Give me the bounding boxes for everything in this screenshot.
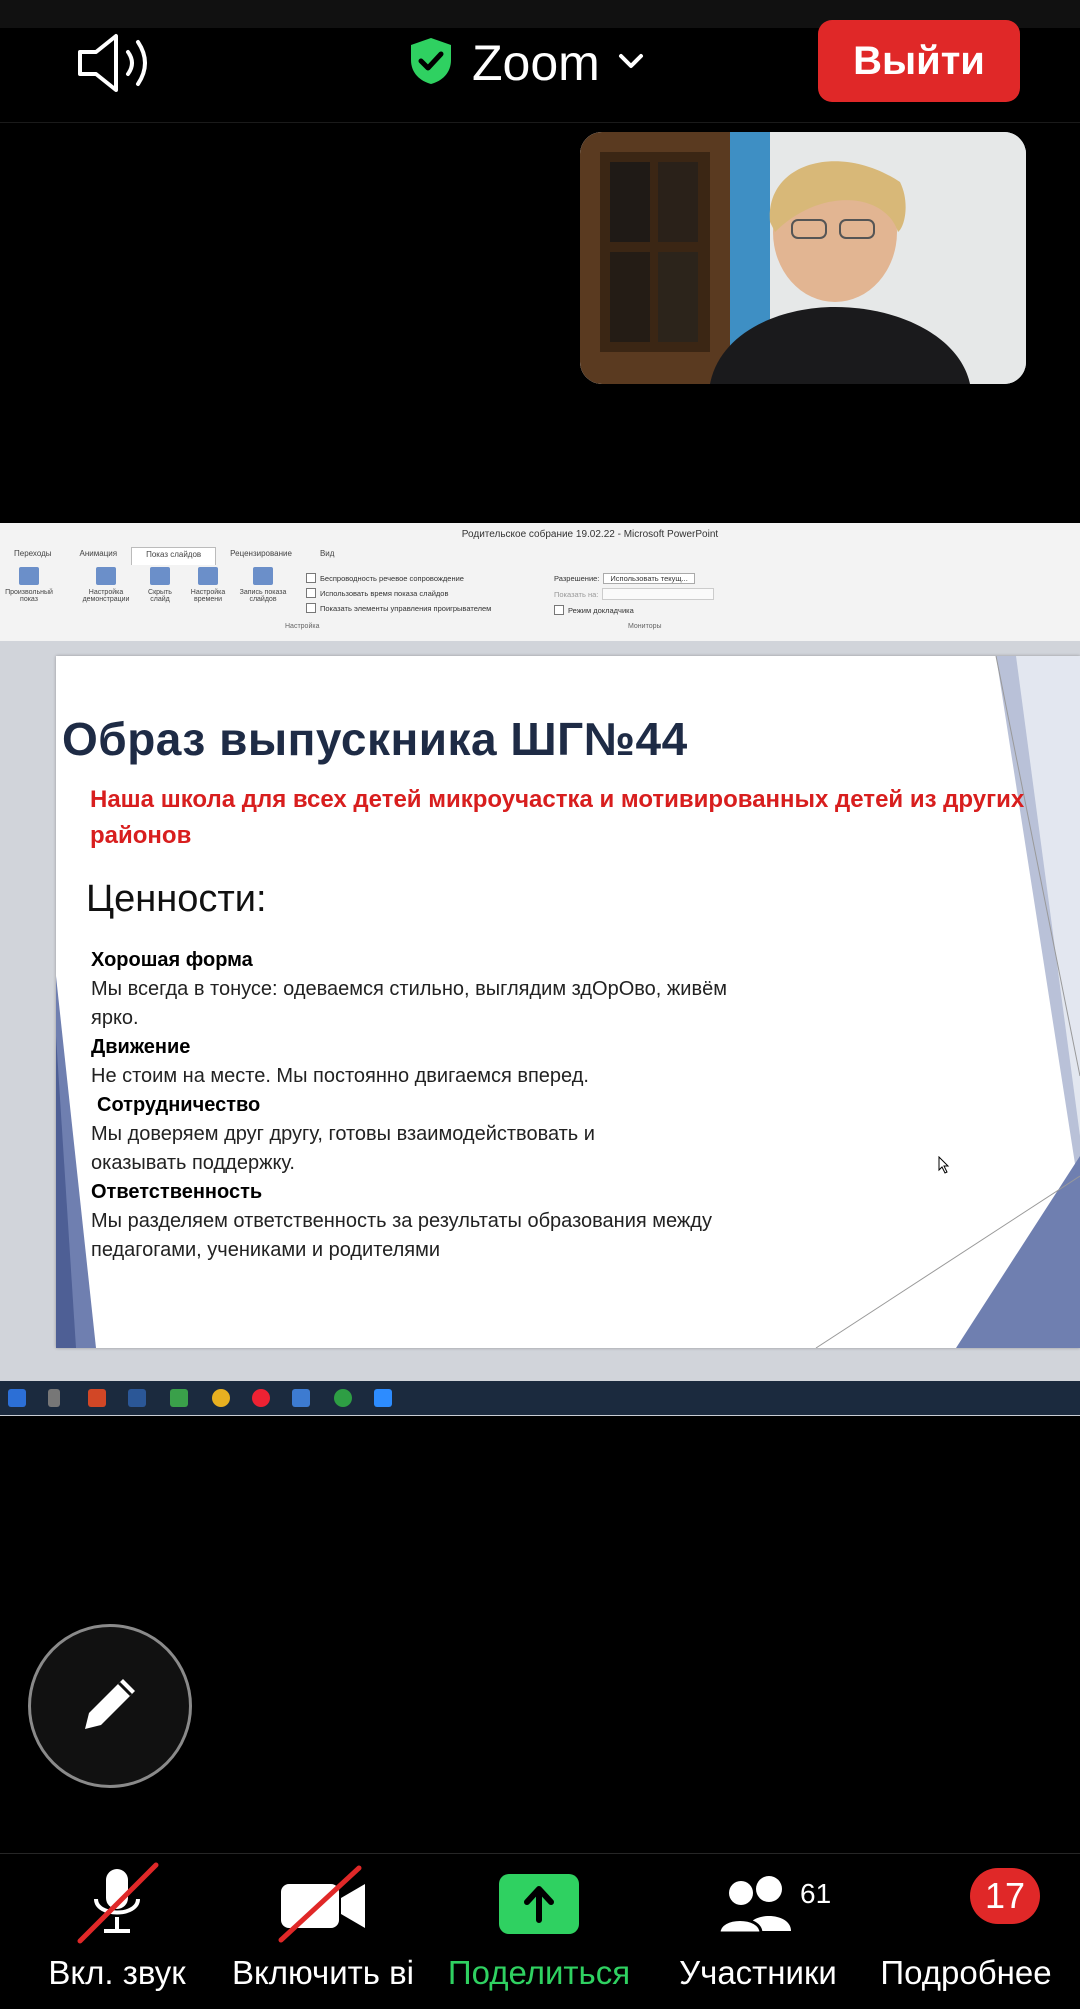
meeting-title-dropdown[interactable]: Zoom (408, 28, 644, 98)
top-bar: Zoom Выйти (0, 0, 1080, 123)
custom-show-label: Произвольный показ (5, 589, 53, 603)
chevron-down-icon (618, 52, 644, 75)
share-label: Поделиться (447, 1954, 631, 1991)
pencil-icon (75, 1669, 145, 1744)
rehearse-timings-button[interactable]: Настройка времени (184, 567, 232, 603)
value-heading: Ответственность (91, 1181, 263, 1203)
taskbar-mail-icon[interactable] (292, 1389, 310, 1407)
leave-button[interactable]: Выйти (818, 20, 1020, 102)
slide-subtitle: Наша школа для всех детей микроучастка и… (90, 786, 1025, 849)
windows-taskbar (0, 1381, 1080, 1415)
custom-show-button[interactable]: Произвольный показ (0, 567, 58, 603)
start-video-button[interactable]: Включить ві (218, 1854, 428, 2009)
taskbar-yandex-icon[interactable] (252, 1389, 270, 1407)
meeting-title: Zoom (472, 35, 600, 91)
group-label-monitors: Мониторы (628, 623, 662, 630)
rehearse-timings-icon (198, 567, 218, 585)
checkbox-timings[interactable]: Использовать время показа слайдов (306, 588, 448, 598)
record-show-label: Запись показа слайдов (239, 589, 287, 603)
participants-icon (713, 1854, 803, 1954)
checkbox-presenter-view[interactable]: Режим докладчика (554, 605, 634, 615)
value-text: Мы разделяем ответственность за результа… (91, 1210, 712, 1261)
tab-animation[interactable]: Анимация (66, 547, 132, 565)
custom-show-icon (19, 567, 39, 585)
value-text: Мы доверяем друг другу, готовы взаимодей… (91, 1123, 595, 1174)
group-label-settings: Настройка (285, 623, 320, 630)
checkbox-narration[interactable]: Беспроводность речевое сопровождение (306, 573, 464, 583)
rehearse-timings-label: Настройка времени (190, 589, 226, 603)
microphone-muted-icon (72, 1854, 162, 1954)
taskbar-zoom-icon[interactable] (374, 1389, 392, 1407)
checkbox-media-controls[interactable]: Показать элементы управления проигрывате… (306, 603, 491, 613)
taskbar-app-icon[interactable] (48, 1389, 60, 1407)
slide-title: Образ выпускника ШГ№44 (62, 713, 688, 765)
share-arrow-icon (497, 1854, 581, 1954)
tab-transitions[interactable]: Переходы (0, 547, 66, 565)
unmute-button[interactable]: Вкл. звук (22, 1854, 212, 2009)
setup-show-icon (96, 567, 116, 585)
tab-slideshow[interactable]: Показ слайдов (131, 547, 217, 565)
value-text: Мы всегда в тонусе: одеваемся стильно, в… (91, 978, 727, 1029)
participants-count: 61 (800, 1878, 832, 1909)
taskbar-chrome-icon[interactable] (212, 1389, 230, 1407)
shield-check-icon (408, 36, 454, 91)
powerpoint-ribbon: Родительское собрание 19.02.22 - Microso… (0, 523, 1080, 642)
record-show-button[interactable]: Запись показа слайдов (234, 567, 292, 603)
ribbon-tabs: Переходы Анимация Показ слайдов Рецензир… (0, 547, 348, 565)
more-button[interactable]: Подробнее (868, 1854, 1064, 2009)
participants-label: Участники (679, 1954, 837, 1991)
start-video-label: Включить ві (231, 1954, 415, 1991)
window-title: Родительское собрание 19.02.22 - Microso… (461, 529, 719, 540)
setup-show-label: Настройка демонстрации (82, 589, 130, 603)
value-text: Не стоим на месте. Мы постоянно двигаемс… (91, 1065, 589, 1087)
taskbar-app-icon[interactable] (170, 1389, 188, 1407)
share-screen-button[interactable]: Поделиться (432, 1854, 646, 2009)
tab-view[interactable]: Вид (306, 547, 348, 565)
taskbar-powerpoint-icon[interactable] (88, 1389, 106, 1407)
meeting-toolbar: Вкл. звук Включить ві Поделиться Участни… (0, 1853, 1080, 2009)
slide: Образ выпускника ШГ№44 Наша школа для вс… (56, 656, 1080, 1348)
value-heading: Сотрудничество (97, 1094, 261, 1116)
unmute-label: Вкл. звук (48, 1954, 186, 1991)
value-heading: Движение (91, 1036, 191, 1058)
notification-badge: 17 (970, 1868, 1040, 1924)
more-label: Подробнее (880, 1954, 1052, 1991)
value-heading: Хорошая форма (91, 949, 253, 971)
values-heading: Ценности: (86, 878, 267, 920)
resolution-select[interactable]: Разрешение: Использовать текущ... (554, 573, 695, 584)
annotate-button[interactable] (28, 1624, 192, 1788)
taskbar-app-icon[interactable] (8, 1389, 26, 1407)
setup-show-button[interactable]: Настройка демонстрации (76, 567, 136, 603)
tab-review[interactable]: Рецензирование (216, 547, 306, 565)
taskbar-app-icon[interactable] (334, 1389, 352, 1407)
hide-slide-button[interactable]: Скрыть слайд (140, 567, 180, 603)
shared-screen: Родительское собрание 19.02.22 - Microso… (0, 523, 1080, 1416)
show-on-select[interactable]: Показать на: (554, 588, 715, 600)
hide-slide-icon (150, 567, 170, 585)
hide-slide-label: Скрыть слайд (148, 589, 172, 603)
speaker-icon[interactable] (74, 30, 164, 96)
self-video-thumbnail[interactable] (580, 132, 1026, 384)
video-off-icon (275, 1854, 371, 1954)
values-list: Хорошая форма Мы всегда в тонусе: одевае… (91, 946, 791, 1265)
mouse-cursor-icon (938, 1155, 950, 1179)
taskbar-word-icon[interactable] (128, 1389, 146, 1407)
record-show-icon (253, 567, 273, 585)
